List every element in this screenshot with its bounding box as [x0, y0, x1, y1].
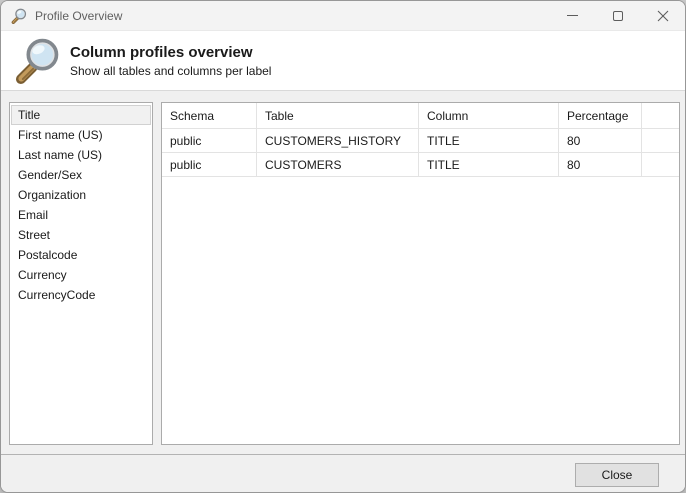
dialog-body: Title First name (US) Last name (US) Gen… — [1, 91, 685, 454]
column-header-percentage[interactable]: Percentage — [559, 103, 642, 129]
list-item-currency[interactable]: Currency — [11, 265, 151, 285]
magnifier-icon — [14, 37, 61, 84]
column-header-filler — [642, 103, 679, 129]
list-item-last-name[interactable]: Last name (US) — [11, 145, 151, 165]
list-item-street[interactable]: Street — [11, 225, 151, 245]
column-header-column[interactable]: Column — [419, 103, 559, 129]
header-text: Column profiles overview Show all tables… — [70, 44, 271, 78]
cell-table: CUSTOMERS — [257, 153, 419, 177]
cell-column: TITLE — [419, 153, 559, 177]
list-item-currencycode[interactable]: CurrencyCode — [11, 285, 151, 305]
cell-column: TITLE — [419, 129, 559, 153]
cell-schema: public — [162, 129, 257, 153]
list-item-first-name[interactable]: First name (US) — [11, 125, 151, 145]
list-item-postalcode[interactable]: Postalcode — [11, 245, 151, 265]
minimize-icon — [567, 15, 578, 16]
magnifier-icon — [11, 8, 27, 24]
maximize-button[interactable] — [595, 1, 640, 30]
close-icon — [657, 10, 669, 22]
minimize-button[interactable] — [550, 1, 595, 30]
page-subtitle: Show all tables and columns per label — [70, 64, 271, 78]
maximize-icon — [613, 11, 623, 21]
table-header-row: Schema Table Column Percentage — [162, 103, 679, 129]
close-window-button[interactable] — [640, 1, 685, 30]
column-header-schema[interactable]: Schema — [162, 103, 257, 129]
profile-overview-window: Profile Overview Column profiles overvie… — [0, 0, 686, 493]
cell-schema: public — [162, 153, 257, 177]
list-item-gender-sex[interactable]: Gender/Sex — [11, 165, 151, 185]
label-listbox: Title First name (US) Last name (US) Gen… — [9, 102, 153, 445]
results-table: Schema Table Column Percentage public CU… — [161, 102, 680, 445]
list-item-organization[interactable]: Organization — [11, 185, 151, 205]
page-title: Column profiles overview — [70, 44, 271, 61]
list-item-title[interactable]: Title — [11, 105, 151, 125]
cell-table: CUSTOMERS_HISTORY — [257, 129, 419, 153]
list-item-email[interactable]: Email — [11, 205, 151, 225]
window-controls — [550, 1, 685, 30]
cell-percentage: 80 — [559, 129, 642, 153]
footer-bar: Close — [1, 454, 685, 492]
table-row[interactable]: public CUSTOMERS_HISTORY TITLE 80 — [162, 129, 679, 153]
column-header-table[interactable]: Table — [257, 103, 419, 129]
close-button[interactable]: Close — [575, 463, 659, 487]
window-title: Profile Overview — [35, 9, 122, 23]
cell-percentage: 80 — [559, 153, 642, 177]
table-body: public CUSTOMERS_HISTORY TITLE 80 public… — [162, 129, 679, 177]
cell-filler — [642, 129, 679, 153]
table-row[interactable]: public CUSTOMERS TITLE 80 — [162, 153, 679, 177]
titlebar[interactable]: Profile Overview — [1, 1, 685, 31]
cell-filler — [642, 153, 679, 177]
header-banner: Column profiles overview Show all tables… — [1, 31, 685, 91]
